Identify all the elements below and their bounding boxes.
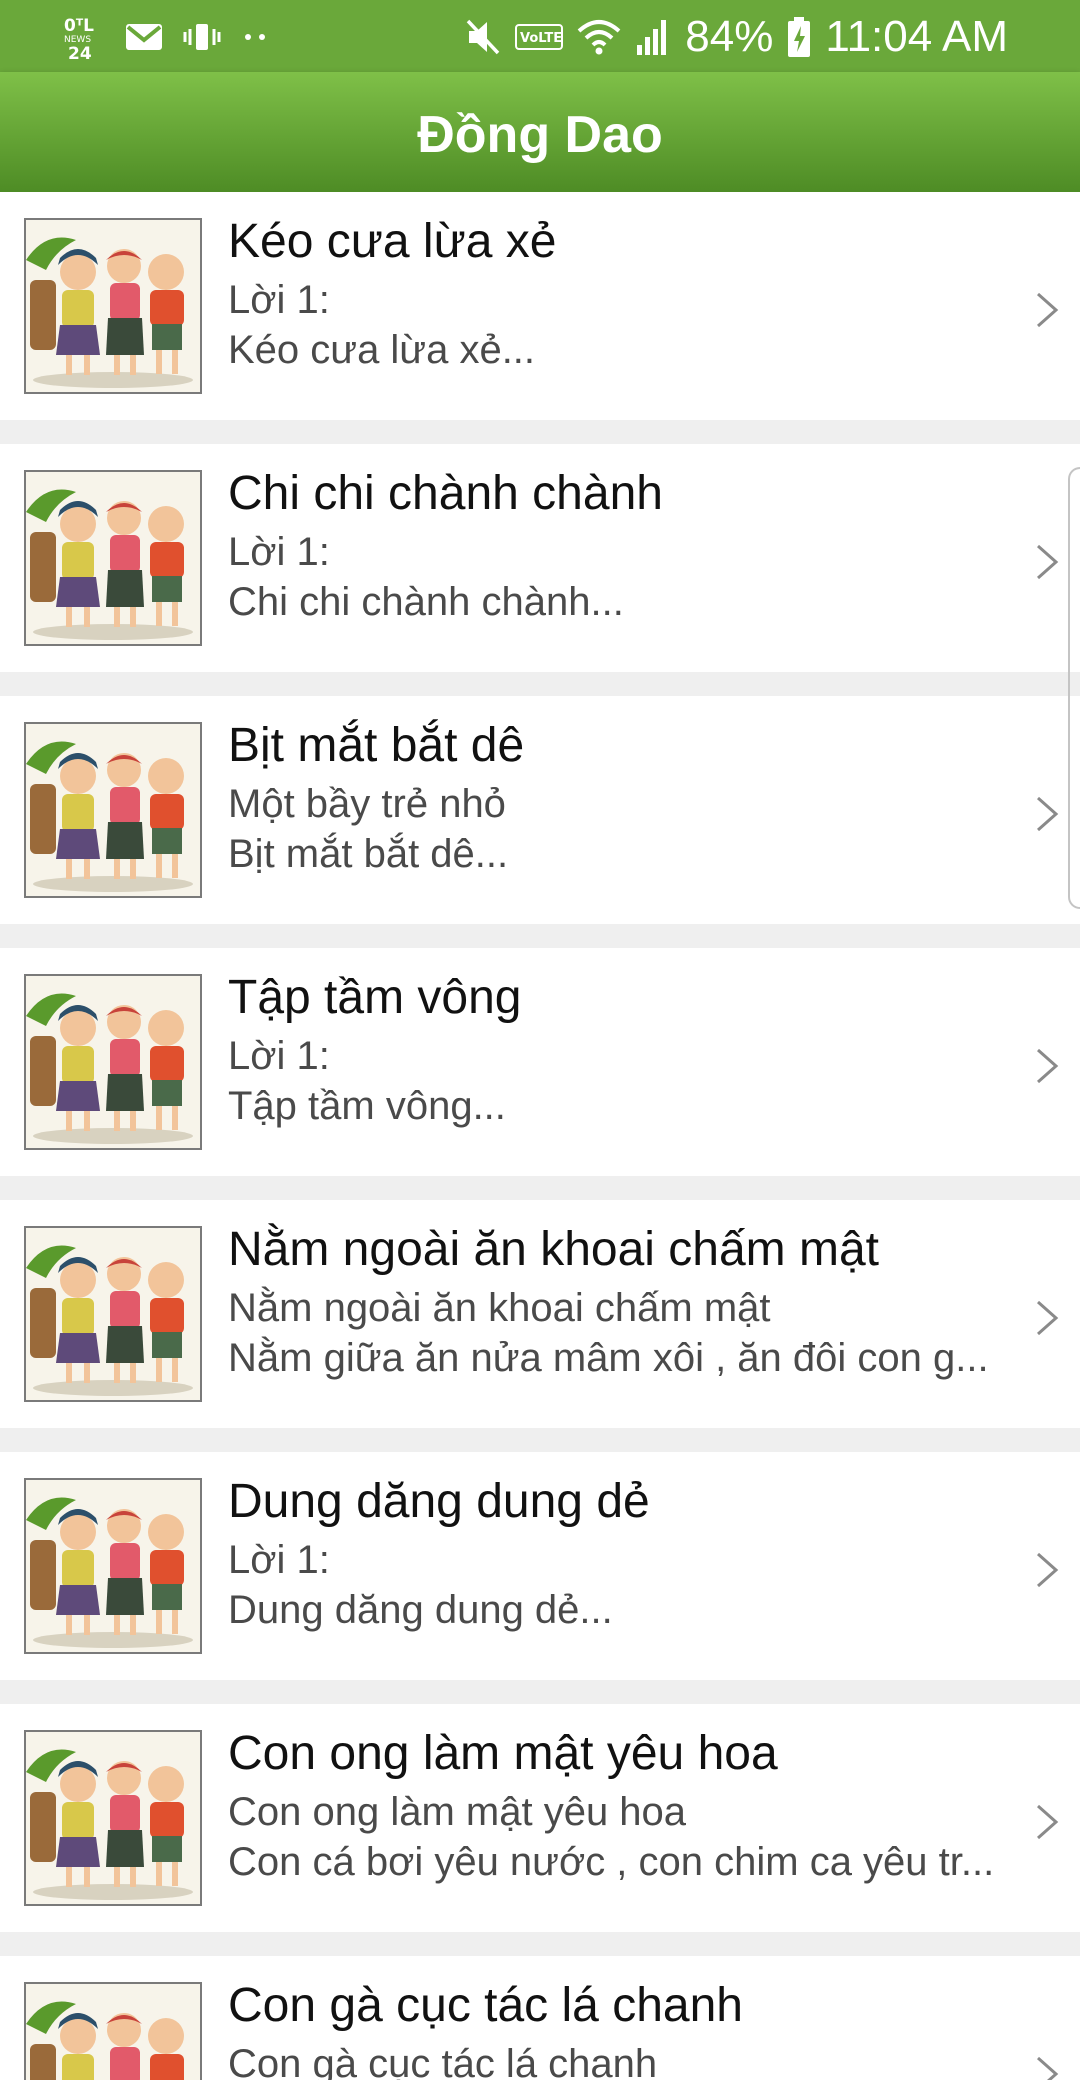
mail-icon bbox=[124, 21, 164, 53]
song-title: Dung dăng dung dẻ bbox=[228, 1475, 650, 1528]
volte-icon: VoLTE bbox=[515, 24, 564, 50]
song-lyric-line-2: Dung dăng dung dẻ... bbox=[228, 1588, 613, 1632]
chevron-right-icon bbox=[1032, 1298, 1062, 1338]
status-bar: 0ᵀL NEWS 24 VoLTE 84% 11:04 AM bbox=[0, 0, 1080, 72]
song-lyric-line-2: Nằm giữa ăn nửa mâm xôi , ăn đôi con g..… bbox=[228, 1336, 989, 1380]
chevron-right-icon bbox=[1032, 1802, 1062, 1842]
app-bar: Đồng Dao bbox=[0, 72, 1080, 192]
song-title: Chi chi chành chành bbox=[228, 467, 663, 520]
children-thumbnail-image bbox=[24, 470, 202, 646]
children-thumbnail-image bbox=[24, 218, 202, 394]
list-item[interactable]: Bịt mắt bắt dê Một bầy trẻ nhỏ Bịt mắt b… bbox=[0, 696, 1080, 924]
song-lyric-line-1: Lời 1: bbox=[228, 1538, 330, 1582]
song-list[interactable]: Kéo cưa lừa xẻ Lời 1: Kéo cưa lừa xẻ... bbox=[0, 192, 1080, 2080]
song-title: Bịt mắt bắt dê bbox=[228, 719, 525, 772]
song-title: Kéo cưa lừa xẻ bbox=[228, 215, 557, 268]
chevron-right-icon bbox=[1032, 1550, 1062, 1590]
children-thumbnail-image bbox=[24, 1730, 202, 1906]
clock: 11:04 AM bbox=[825, 12, 1008, 61]
children-thumbnail-image bbox=[24, 1982, 202, 2080]
list-item[interactable]: Nằm ngoài ăn khoai chấm mật Nằm ngoài ăn… bbox=[0, 1200, 1080, 1428]
song-lyric-line-1: Lời 1: bbox=[228, 1034, 330, 1078]
news24-icon: 0ᵀL NEWS 24 bbox=[62, 13, 106, 61]
svg-text:0ᵀL: 0ᵀL bbox=[64, 16, 94, 36]
song-lyric-line-1: Con gà cục tác lá chanh bbox=[228, 2042, 658, 2080]
chevron-right-icon bbox=[1032, 542, 1062, 582]
song-lyric-line-2: Tập tầm vông... bbox=[228, 1084, 506, 1128]
svg-text:VoLTE: VoLTE bbox=[520, 31, 562, 46]
song-lyric-line-2: Con cá bơi yêu nước , con chim ca yêu tr… bbox=[228, 1840, 995, 1884]
children-thumbnail-image bbox=[24, 722, 202, 898]
scroll-indicator[interactable] bbox=[1068, 467, 1080, 909]
song-title: Tập tầm vông bbox=[228, 971, 522, 1024]
battery-charging-icon bbox=[787, 16, 811, 58]
list-item[interactable]: Tập tầm vông Lời 1: Tập tầm vông... bbox=[0, 948, 1080, 1176]
page-title: Đồng Dao bbox=[417, 106, 663, 164]
song-title: Con gà cục tác lá chanh bbox=[228, 1979, 743, 2032]
mute-icon bbox=[465, 17, 501, 57]
song-title: Nằm ngoài ăn khoai chấm mật bbox=[228, 1223, 879, 1276]
children-thumbnail-image bbox=[24, 974, 202, 1150]
list-item[interactable]: Dung dăng dung dẻ Lời 1: Dung dăng dung … bbox=[0, 1452, 1080, 1680]
song-lyric-line-1: Lời 1: bbox=[228, 530, 330, 574]
children-thumbnail-image bbox=[24, 1226, 202, 1402]
song-lyric-line-1: Lời 1: bbox=[228, 278, 330, 322]
battery-percent: 84% bbox=[685, 12, 774, 61]
list-item[interactable]: Con gà cục tác lá chanh Con gà cục tác l… bbox=[0, 1956, 1080, 2080]
list-item[interactable]: Kéo cưa lừa xẻ Lời 1: Kéo cưa lừa xẻ... bbox=[0, 192, 1080, 420]
status-bar-left: 0ᵀL NEWS 24 bbox=[62, 10, 270, 64]
chevron-right-icon bbox=[1032, 2054, 1062, 2080]
news24-label: 24 bbox=[68, 44, 92, 61]
chevron-right-icon bbox=[1032, 1046, 1062, 1086]
status-bar-right: VoLTE 84% 11:04 AM bbox=[465, 10, 1008, 64]
wifi-icon bbox=[577, 17, 621, 57]
chevron-right-icon bbox=[1032, 794, 1062, 834]
chevron-right-icon bbox=[1032, 290, 1062, 330]
list-item[interactable]: Con ong làm mật yêu hoa Con ong làm mật … bbox=[0, 1704, 1080, 1932]
song-lyric-line-2: Kéo cưa lừa xẻ... bbox=[228, 328, 536, 372]
signal-icon bbox=[635, 17, 671, 57]
song-title: Con ong làm mật yêu hoa bbox=[228, 1727, 778, 1780]
song-lyric-line-1: Nằm ngoài ăn khoai chấm mật bbox=[228, 1286, 771, 1330]
list-item[interactable]: Chi chi chành chành Lời 1: Chi chi chành… bbox=[0, 444, 1080, 672]
children-thumbnail-image bbox=[24, 1478, 202, 1654]
vibrate-icon bbox=[182, 21, 222, 53]
song-lyric-line-2: Bịt mắt bắt dê... bbox=[228, 832, 509, 876]
song-lyric-line-1: Một bầy trẻ nhỏ bbox=[228, 782, 506, 826]
song-lyric-line-1: Con ong làm mật yêu hoa bbox=[228, 1790, 687, 1834]
more-dots-icon bbox=[240, 27, 270, 47]
song-lyric-line-2: Chi chi chành chành... bbox=[228, 580, 624, 624]
